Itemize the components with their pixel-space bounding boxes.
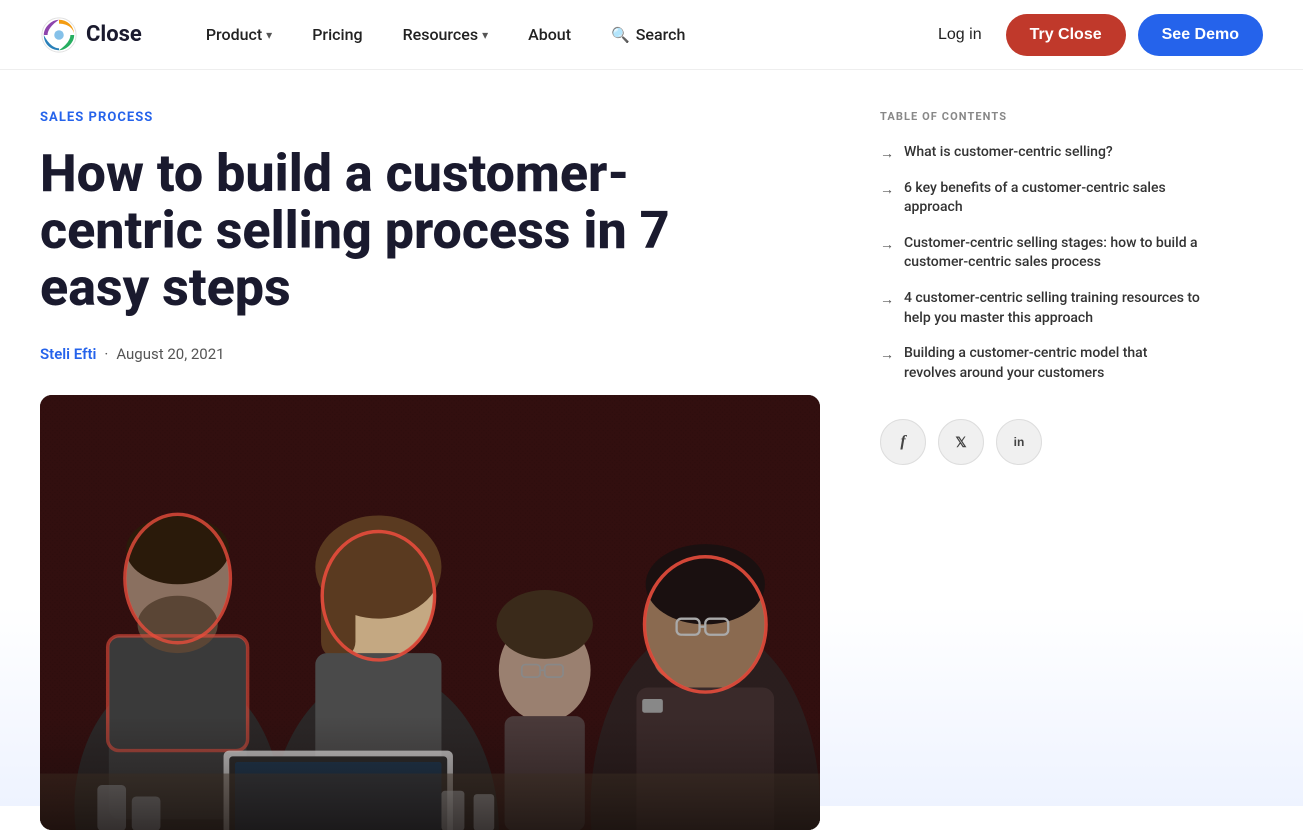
category-label: SALES PROCESS xyxy=(40,110,820,125)
nav-actions: Log in Try Close See Demo xyxy=(926,14,1263,56)
toc-item-2[interactable]: → 6 key benefits of a customer-centric s… xyxy=(880,179,1200,218)
toc-text-4: 4 customer-centric selling training reso… xyxy=(904,289,1200,328)
toc-item-1[interactable]: → What is customer-centric selling? xyxy=(880,143,1200,163)
social-share: f 𝕏 in xyxy=(880,419,1200,465)
twitter-share-button[interactable]: 𝕏 xyxy=(938,419,984,465)
facebook-share-button[interactable]: f xyxy=(880,419,926,465)
toc-text-3: Customer-centric selling stages: how to … xyxy=(904,234,1200,273)
article-date: August 20, 2021 xyxy=(116,345,224,363)
toc-text-2: 6 key benefits of a customer-centric sal… xyxy=(904,179,1200,218)
see-demo-button[interactable]: See Demo xyxy=(1138,14,1263,56)
nav-search[interactable]: 🔍 Search xyxy=(595,17,701,52)
navbar: Close Product ▾ Pricing Resources ▾ Abou… xyxy=(0,0,1303,70)
product-chevron-icon: ▾ xyxy=(266,28,272,42)
article-date-separator: · xyxy=(104,345,108,363)
article-meta: Steli Efti · August 20, 2021 xyxy=(40,345,820,363)
nav-links: Product ▾ Pricing Resources ▾ About 🔍 Se… xyxy=(190,17,926,52)
search-icon: 🔍 xyxy=(611,26,630,44)
toc-list: → What is customer-centric selling? → 6 … xyxy=(880,143,1200,383)
page-content: SALES PROCESS How to build a customer-ce… xyxy=(0,70,1303,830)
toc-text-1: What is customer-centric selling? xyxy=(904,143,1113,163)
twitter-icon: 𝕏 xyxy=(955,434,966,451)
toc-item-4[interactable]: → 4 customer-centric selling training re… xyxy=(880,289,1200,328)
author-name[interactable]: Steli Efti xyxy=(40,345,96,363)
toc-arrow-icon-3: → xyxy=(880,236,894,253)
nav-about[interactable]: About xyxy=(512,17,587,52)
login-button[interactable]: Log in xyxy=(926,18,994,52)
toc-arrow-icon-4: → xyxy=(880,291,894,308)
sidebar: TABLE OF CONTENTS → What is customer-cen… xyxy=(880,70,1200,830)
nav-resources[interactable]: Resources ▾ xyxy=(387,17,505,52)
linkedin-share-button[interactable]: in xyxy=(996,419,1042,465)
nav-product[interactable]: Product ▾ xyxy=(190,17,288,52)
toc-arrow-icon-2: → xyxy=(880,181,894,198)
facebook-icon: f xyxy=(900,433,905,451)
try-close-button[interactable]: Try Close xyxy=(1006,14,1126,56)
toc-arrow-icon-5: → xyxy=(880,346,894,363)
resources-chevron-icon: ▾ xyxy=(482,28,488,42)
logo-icon xyxy=(40,16,78,54)
toc-text-5: Building a customer-centric model that r… xyxy=(904,344,1200,383)
toc-arrow-icon-1: → xyxy=(880,145,894,162)
linkedin-icon: in xyxy=(1014,435,1025,449)
toc-item-3[interactable]: → Customer-centric selling stages: how t… xyxy=(880,234,1200,273)
article-title: How to build a customer-centric selling … xyxy=(40,145,720,317)
nav-pricing[interactable]: Pricing xyxy=(296,17,378,52)
logo-text: Close xyxy=(86,22,142,47)
logo-link[interactable]: Close xyxy=(40,16,142,54)
toc-heading: TABLE OF CONTENTS xyxy=(880,110,1200,123)
toc-item-5[interactable]: → Building a customer-centric model that… xyxy=(880,344,1200,383)
article-area: SALES PROCESS How to build a customer-ce… xyxy=(40,70,820,830)
hero-image xyxy=(40,395,820,830)
